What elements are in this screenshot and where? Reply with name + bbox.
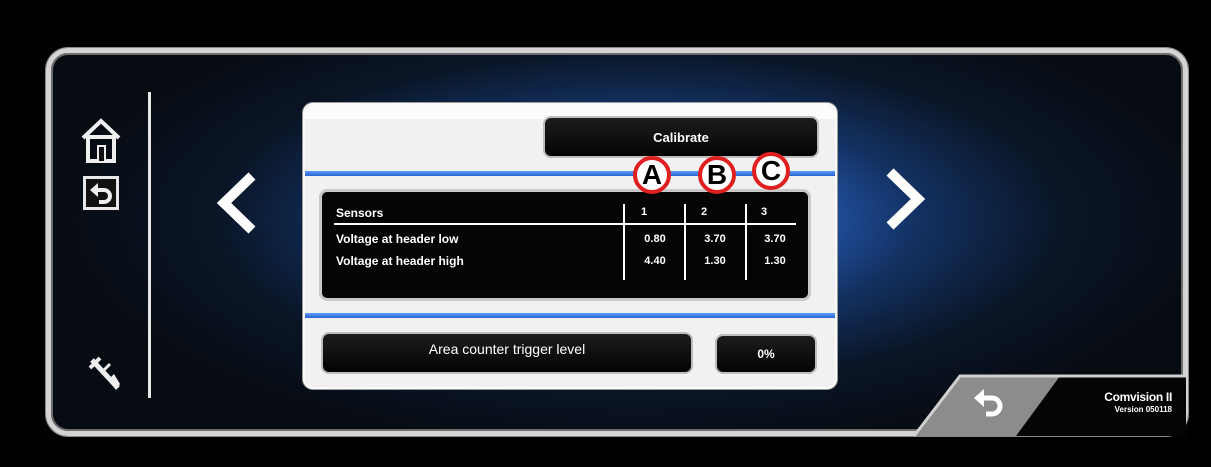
sidebar-divider [148, 92, 151, 398]
chevron-right-icon [886, 168, 926, 230]
table-header-line [334, 223, 796, 225]
row-label-header-high: Voltage at header high [336, 254, 464, 268]
home-button[interactable] [80, 116, 122, 164]
return-button[interactable] [962, 380, 1014, 424]
table-header-col-1: 1 [640, 206, 648, 218]
return-icon [974, 389, 1003, 417]
marker-a: A [633, 156, 671, 194]
row-low-value-2: 3.70 [704, 233, 726, 245]
back-button[interactable] [83, 176, 119, 210]
table-header-sensors: Sensors [336, 206, 384, 220]
caliper-icon [88, 356, 120, 390]
next-page-button[interactable] [880, 166, 928, 232]
tools-button[interactable] [86, 354, 124, 394]
area-counter-value-field[interactable]: 0% [715, 334, 817, 374]
row-high-value-1: 4.40 [644, 255, 666, 267]
home-icon [81, 118, 121, 163]
table-column-divider [745, 204, 747, 280]
calibration-panel: Calibrate Sensors 1 2 3 Voltage at heade… [303, 103, 837, 389]
sensor-table: Sensors 1 2 3 Voltage at header low 0.80… [319, 189, 811, 301]
table-column-divider [684, 204, 686, 280]
panel-divider-bottom [305, 313, 835, 318]
brand-block: Comvision II Version 050118 [1080, 390, 1172, 414]
previous-page-button[interactable] [214, 170, 262, 236]
marker-b: B [698, 156, 736, 194]
back-icon [90, 183, 112, 204]
area-counter-trigger-button[interactable]: Area counter trigger level [321, 332, 693, 374]
row-high-value-3: 1.30 [764, 255, 786, 267]
row-high-value-2: 1.30 [704, 255, 726, 267]
row-low-value-1: 0.80 [644, 233, 666, 245]
table-column-divider [623, 204, 625, 280]
brand-version: Version 050118 [1114, 405, 1172, 414]
row-low-value-3: 3.70 [764, 233, 786, 245]
brand-name: Comvision II [1104, 390, 1172, 404]
row-label-header-low: Voltage at header low [336, 232, 459, 246]
marker-c: C [752, 152, 790, 190]
calibrate-button[interactable]: Calibrate [543, 116, 819, 158]
chevron-left-icon [216, 172, 256, 234]
table-header-col-2: 2 [700, 206, 708, 218]
table-header-col-3: 3 [760, 206, 768, 218]
